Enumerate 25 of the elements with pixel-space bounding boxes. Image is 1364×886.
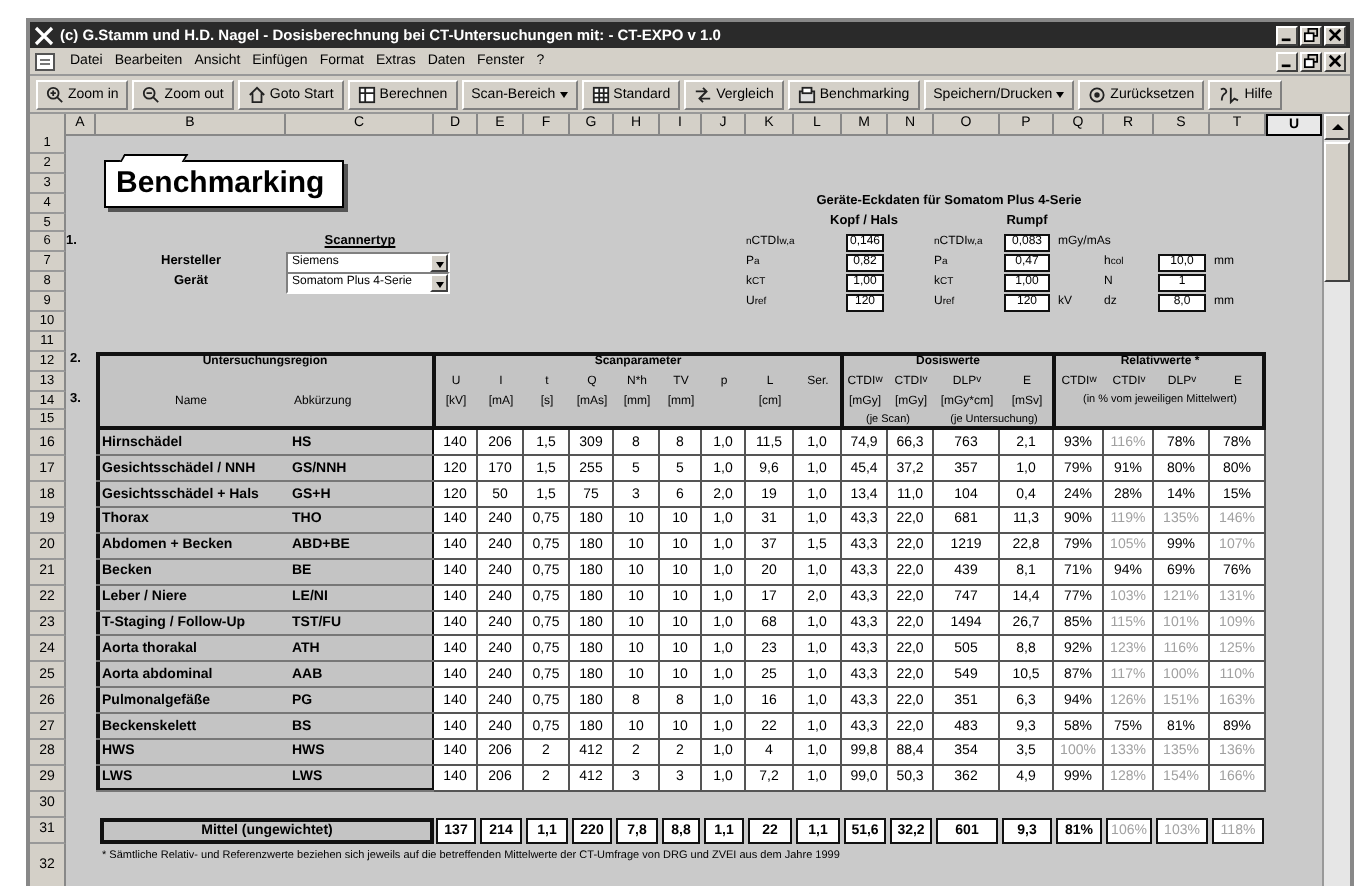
grid-icon bbox=[591, 85, 610, 103]
close-button[interactable] bbox=[1324, 25, 1346, 45]
caret-icon bbox=[559, 91, 568, 97]
sheet-title: Benchmarking bbox=[116, 166, 325, 201]
box-icon bbox=[797, 85, 816, 103]
maximize-button[interactable] bbox=[1300, 51, 1322, 71]
arrows-icon bbox=[694, 85, 713, 103]
document-icon bbox=[34, 51, 58, 71]
zoom-in-icon bbox=[46, 85, 64, 103]
house-icon bbox=[247, 85, 266, 103]
scroll-thumb[interactable] bbox=[1324, 142, 1350, 282]
close-icon bbox=[1328, 54, 1342, 68]
table-icon bbox=[357, 85, 376, 103]
scrollbar[interactable] bbox=[1322, 114, 1350, 886]
maximize-button[interactable] bbox=[1300, 25, 1322, 45]
help-icon bbox=[1218, 85, 1241, 103]
reset-icon bbox=[1088, 85, 1107, 103]
app-icon bbox=[34, 25, 54, 45]
close-button[interactable] bbox=[1324, 51, 1346, 71]
zoom-out-icon bbox=[142, 85, 161, 103]
minimize-button[interactable] bbox=[1276, 25, 1298, 45]
caret-icon bbox=[1056, 91, 1065, 97]
minimize-button[interactable] bbox=[1276, 51, 1298, 71]
scroll-up-button[interactable] bbox=[1324, 114, 1350, 140]
close-icon bbox=[1328, 28, 1342, 42]
